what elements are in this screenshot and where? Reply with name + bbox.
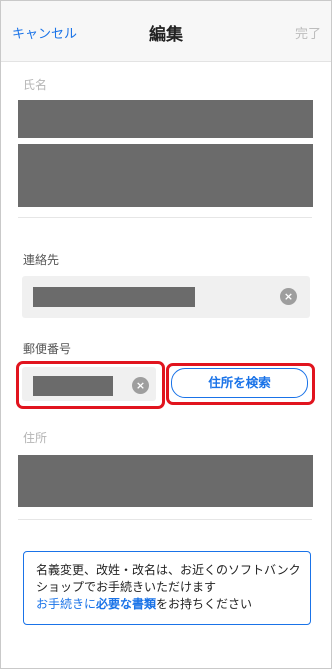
name-label: 氏名 bbox=[23, 78, 48, 92]
name-field-redacted[interactable] bbox=[18, 100, 313, 138]
name-kana-field-redacted[interactable] bbox=[18, 144, 313, 207]
divider bbox=[18, 217, 312, 218]
contact-label: 連絡先 bbox=[23, 253, 60, 267]
info-box: 名義変更、改姓・改名は、お近くのソフトバンクショップでお手続きいただけます お手… bbox=[23, 551, 311, 625]
contact-field[interactable]: × bbox=[22, 276, 310, 318]
nav-header: キャンセル 編集 完了 bbox=[1, 1, 331, 62]
done-button[interactable]: 完了 bbox=[295, 23, 321, 42]
address-field-redacted[interactable] bbox=[18, 455, 313, 507]
page-title: 編集 bbox=[149, 25, 183, 45]
address-label: 住所 bbox=[23, 431, 48, 445]
info-suffix: をお持ちください bbox=[156, 597, 253, 611]
divider bbox=[18, 519, 312, 520]
postal-code-label: 郵便番号 bbox=[23, 342, 72, 356]
edit-screen: キャンセル 編集 完了 氏名 連絡先 × 郵便番号 × 住所を検索 住所 名義変… bbox=[0, 0, 332, 669]
clear-icon[interactable]: × bbox=[280, 288, 297, 305]
info-message: 名義変更、改姓・改名は、お近くのソフトバンクショップでお手続きいただけます bbox=[36, 563, 301, 594]
contact-value-redacted bbox=[33, 287, 195, 307]
info-text: 名義変更、改姓・改名は、お近くのソフトバンクショップでお手続きいただけます お手… bbox=[36, 562, 304, 613]
postal-code-value-redacted bbox=[33, 376, 113, 396]
required-documents-link[interactable]: お手続きに必要な書類 bbox=[36, 597, 156, 611]
clear-icon[interactable]: × bbox=[132, 377, 149, 394]
postal-code-field[interactable]: × bbox=[22, 367, 156, 401]
address-search-button[interactable]: 住所を検索 bbox=[171, 368, 308, 398]
